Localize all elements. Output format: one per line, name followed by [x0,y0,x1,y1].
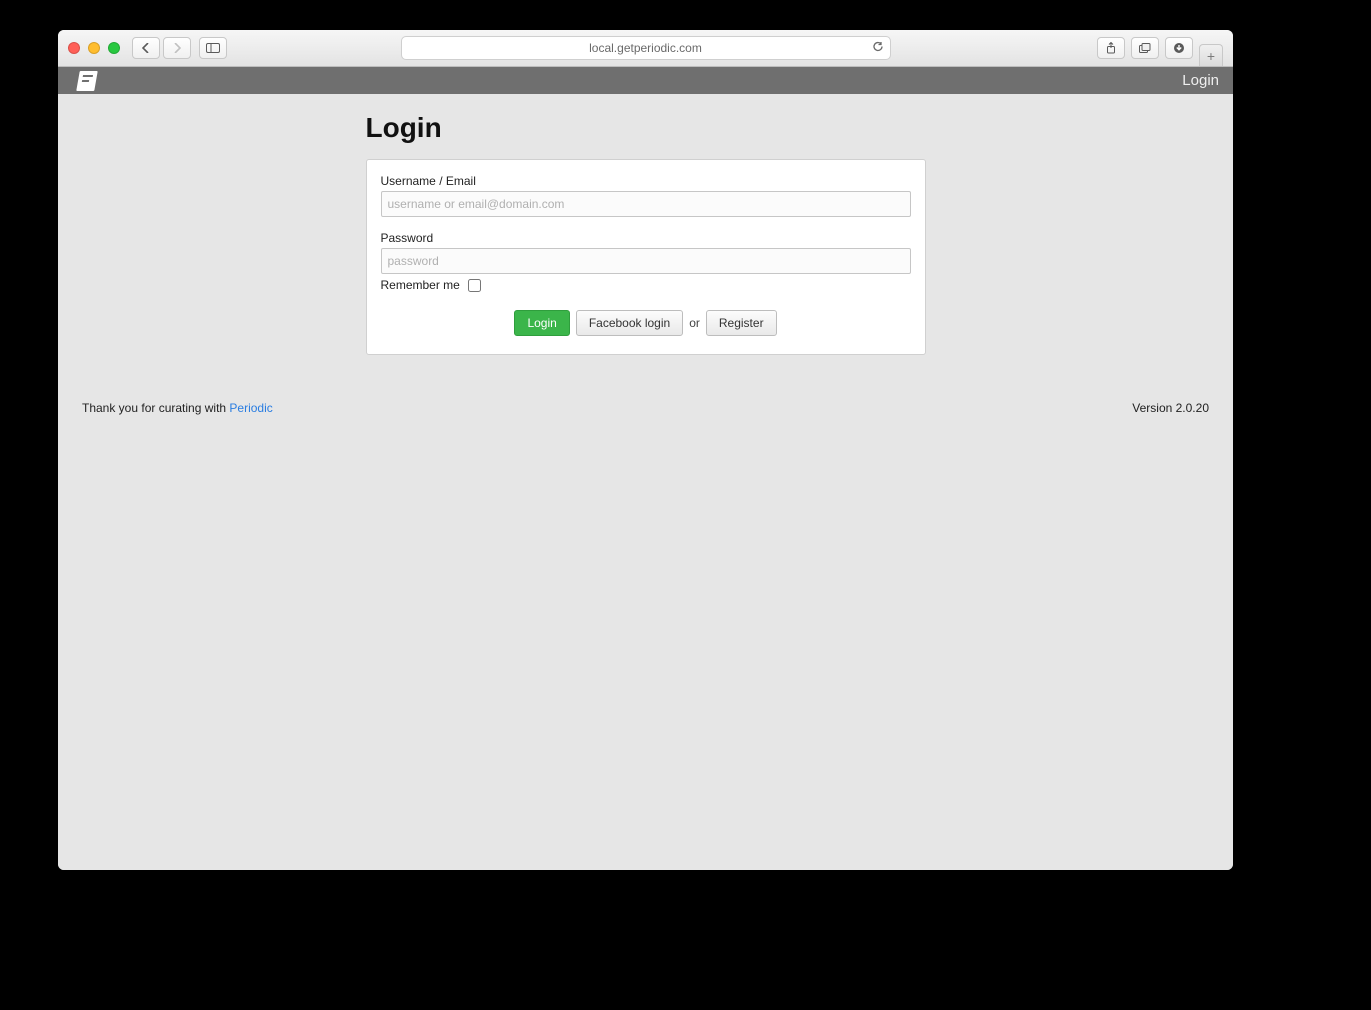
safari-window: local.getperiodic.com + Login [58,30,1233,870]
sidebar-toggle-button[interactable] [199,37,227,59]
footer-version: Version 2.0.20 [1132,401,1209,415]
password-input[interactable] [381,248,911,274]
minimize-window-button[interactable] [88,42,100,54]
tabs-button[interactable] [1131,37,1159,59]
password-label: Password [381,231,911,245]
footer-periodic-link[interactable]: Periodic [229,401,272,415]
footer-thanks-prefix: Thank you for curating with [82,401,229,415]
login-panel: Username / Email Password Remember me Lo… [366,159,926,355]
login-column: Login Username / Email Password Remember… [366,112,926,355]
page-content: Login Username / Email Password Remember… [58,94,1233,385]
page-viewport: Login Login Username / Email Password Re… [58,67,1233,870]
register-button[interactable]: Register [706,310,777,336]
login-button[interactable]: Login [514,310,569,336]
app-navbar: Login [58,67,1233,94]
downloads-button[interactable] [1165,37,1193,59]
button-row: Login Facebook login or Register [381,310,911,336]
toolbar-right: + [1097,37,1223,59]
username-label: Username / Email [381,174,911,188]
reload-icon[interactable] [872,41,884,56]
or-separator: or [689,316,700,330]
navbar-login-link[interactable]: Login [1168,67,1233,94]
close-window-button[interactable] [68,42,80,54]
remember-me-row: Remember me [381,278,911,292]
sidebar-toggle-group [199,37,227,59]
footer-thanks: Thank you for curating with Periodic [82,401,273,415]
periodic-logo-icon [76,71,98,91]
url-text: local.getperiodic.com [589,41,702,55]
page-footer: Thank you for curating with Periodic Ver… [58,385,1233,431]
browser-titlebar: local.getperiodic.com + [58,30,1233,67]
remember-me-checkbox[interactable] [468,279,481,292]
facebook-login-button[interactable]: Facebook login [576,310,683,336]
password-field-block: Password [381,231,911,274]
nav-buttons [132,37,191,59]
new-tab-button[interactable]: + [1199,44,1223,66]
remember-me-label: Remember me [381,278,460,292]
page-title: Login [366,112,926,144]
username-field-block: Username / Email [381,174,911,217]
back-button[interactable] [132,37,160,59]
zoom-window-button[interactable] [108,42,120,54]
app-logo[interactable] [58,67,116,94]
window-controls [68,42,120,54]
username-input[interactable] [381,191,911,217]
url-bar[interactable]: local.getperiodic.com [401,36,891,60]
forward-button[interactable] [163,37,191,59]
share-button[interactable] [1097,37,1125,59]
